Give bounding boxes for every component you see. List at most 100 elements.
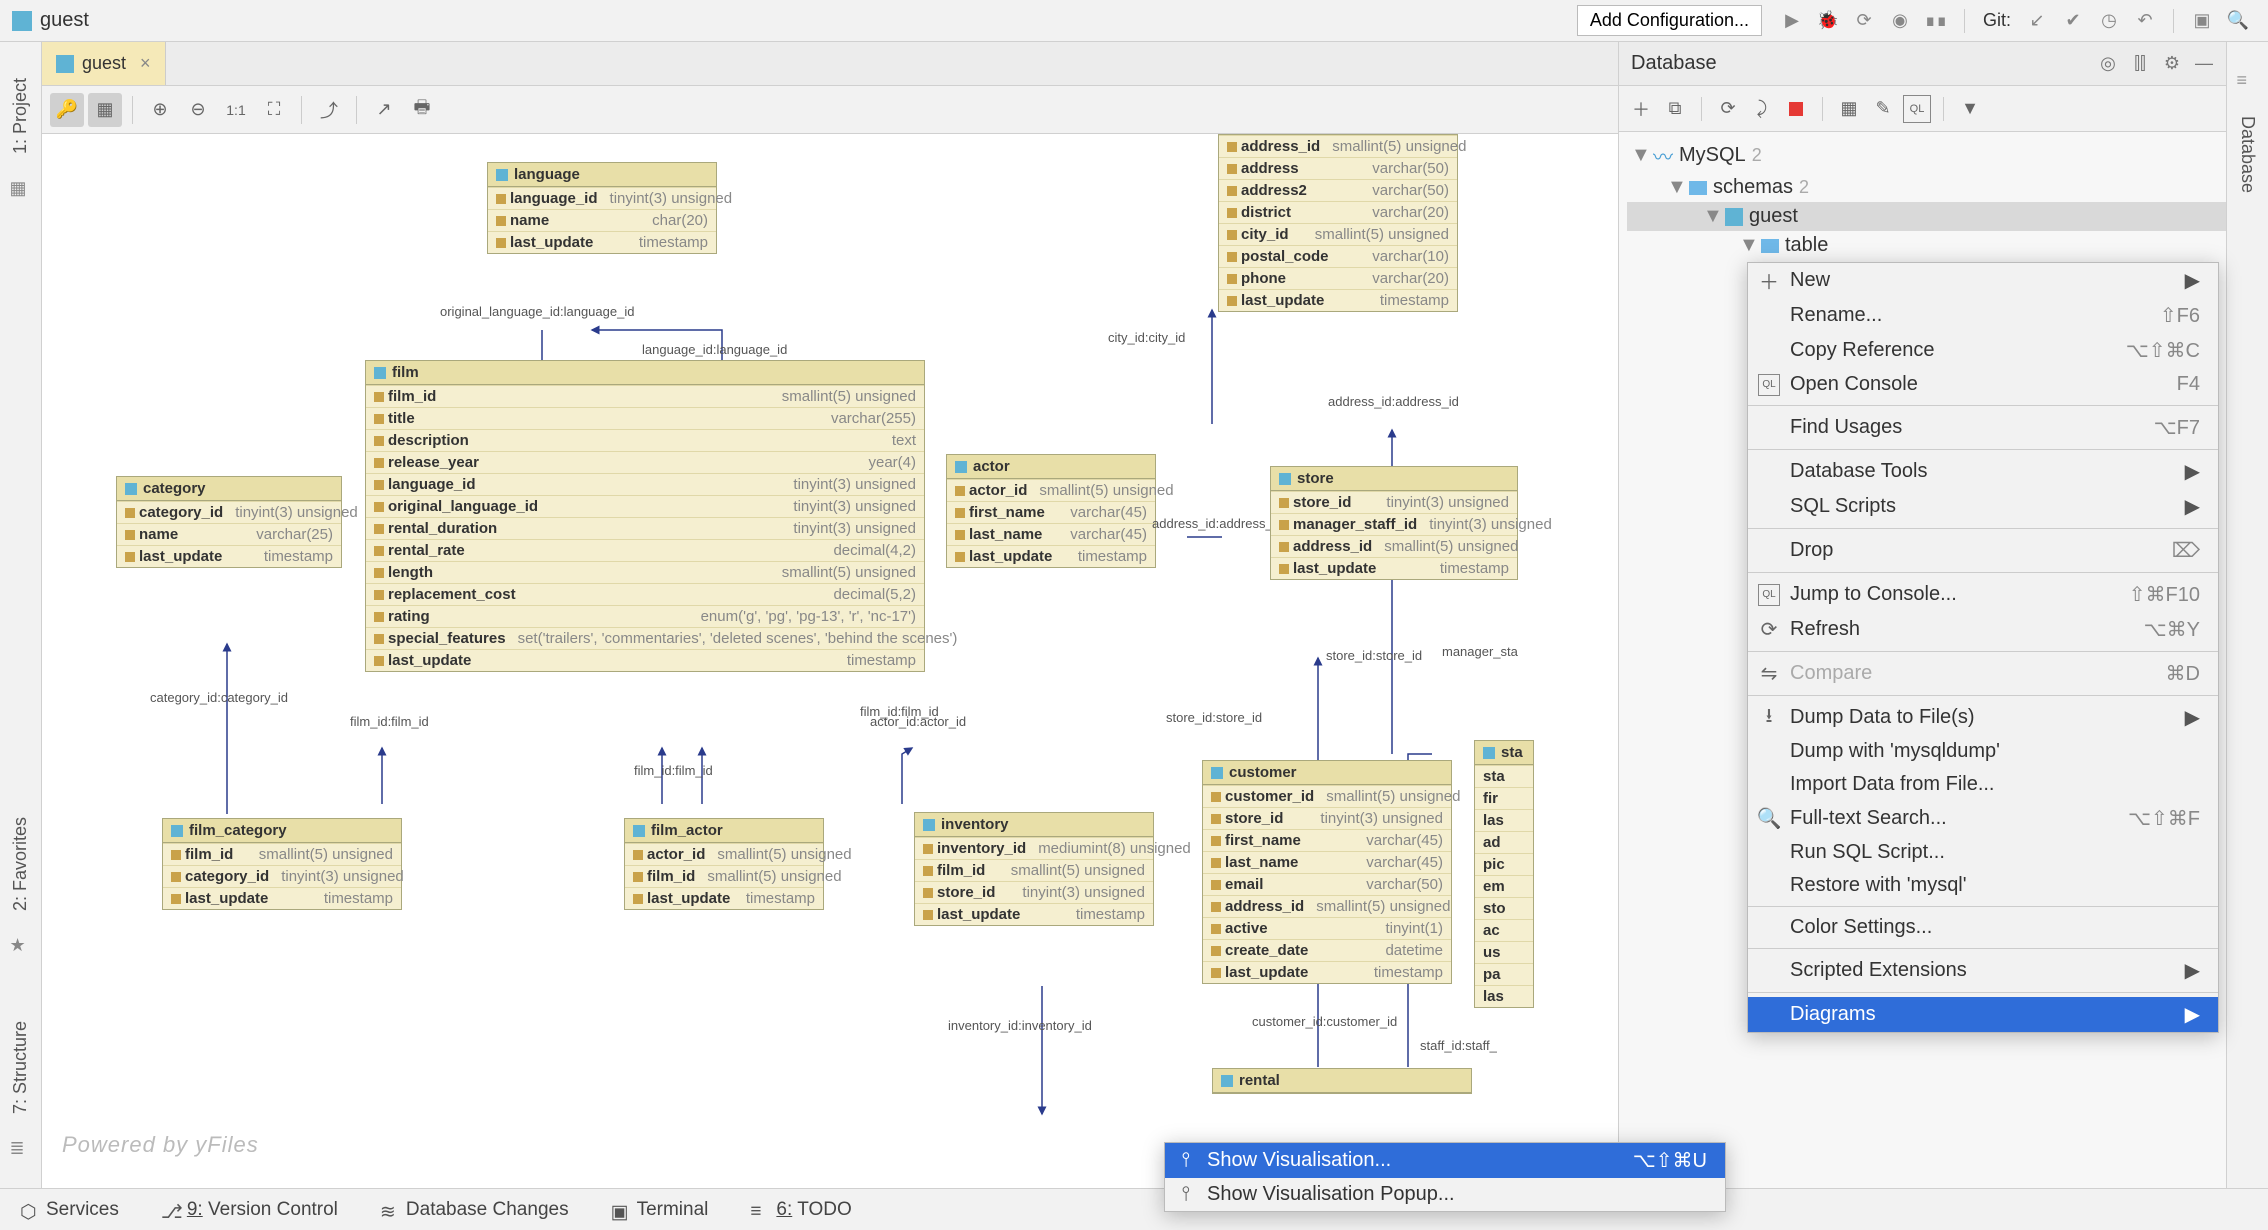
layout-icon[interactable]: ⤴ bbox=[312, 93, 346, 127]
diagram-icon bbox=[56, 55, 74, 73]
menu-diagrams[interactable]: Diagrams▶ bbox=[1748, 997, 2218, 1032]
star-icon: ★ bbox=[10, 935, 32, 957]
menu-find-usages[interactable]: Find Usages⌥F7 bbox=[1748, 410, 2218, 445]
menu-import-data[interactable]: Import Data from File... bbox=[1748, 768, 2218, 801]
menu-scripted-extensions[interactable]: Scripted Extensions▶ bbox=[1748, 953, 2218, 988]
run-icon[interactable]: ▶ bbox=[1777, 6, 1807, 36]
title-bar: guest Add Configuration... ▶ 🐞 ⟳ ◉ ∎∎ Gi… bbox=[0, 0, 2268, 42]
tab-guest[interactable]: guest × bbox=[42, 42, 166, 85]
sync-icon[interactable]: ⤸ bbox=[1748, 95, 1776, 123]
table-address[interactable]: address_idsmallint(5) unsigned addressva… bbox=[1218, 134, 1458, 312]
favorites-tool-button[interactable]: 2: Favorites bbox=[10, 817, 31, 911]
menu-fulltext-search[interactable]: 🔍Full-text Search...⌥⇧⌘F bbox=[1748, 801, 2218, 836]
print-icon[interactable]: 🖶 bbox=[405, 93, 439, 127]
git-commit-icon[interactable]: ✔ bbox=[2058, 6, 2088, 36]
menu-open-console[interactable]: QLOpen ConsoleF4 bbox=[1748, 368, 2218, 401]
console-icon: QL bbox=[1758, 584, 1780, 606]
table-language[interactable]: language language_idtinyint(3) unsigned … bbox=[487, 162, 717, 254]
git-update-icon[interactable]: ↙ bbox=[2022, 6, 2052, 36]
menu-refresh[interactable]: ⟳Refresh⌥⌘Y bbox=[1748, 612, 2218, 647]
status-bar: ⬡Services ⎇9: Version Control ≋Database … bbox=[0, 1188, 2268, 1230]
profile-icon[interactable]: ◉ bbox=[1885, 6, 1915, 36]
fit-content-icon[interactable]: ⛶ bbox=[257, 93, 291, 127]
menu-show-visualisation-popup[interactable]: ⫯ Show Visualisation Popup... bbox=[1165, 1178, 1725, 1211]
diagram-canvas[interactable]: language language_idtinyint(3) unsigned … bbox=[42, 134, 1618, 1188]
minimize-icon[interactable]: — bbox=[2194, 53, 2214, 74]
menu-jump-console[interactable]: QLJump to Console...⇧⌘F10 bbox=[1748, 577, 2218, 612]
table-customer[interactable]: customer customer_idsmallint(5) unsigned… bbox=[1202, 760, 1452, 984]
menu-new[interactable]: ＋New▶ bbox=[1748, 263, 2218, 298]
schemas-node[interactable]: ▼schemas2 bbox=[1627, 173, 2226, 202]
menu-drop[interactable]: Drop⌦ bbox=[1748, 533, 2218, 568]
table-rental[interactable]: rental bbox=[1212, 1068, 1472, 1094]
table-actor[interactable]: actor actor_idsmallint(5) unsigned first… bbox=[946, 454, 1156, 568]
zoom-reset-icon[interactable]: 1:1 bbox=[219, 93, 253, 127]
services-button[interactable]: ⬡Services bbox=[20, 1199, 119, 1221]
export-icon[interactable]: ↗ bbox=[367, 93, 401, 127]
table-store[interactable]: store store_idtinyint(3) unsigned manage… bbox=[1270, 466, 1518, 580]
diagram-icon bbox=[12, 11, 32, 31]
edit-icon[interactable]: ✎ bbox=[1869, 95, 1897, 123]
git-revert-icon[interactable]: ↶ bbox=[2130, 6, 2160, 36]
stop-icon[interactable]: ∎∎ bbox=[1921, 6, 1951, 36]
menu-sql-scripts[interactable]: SQL Scripts▶ bbox=[1748, 489, 2218, 524]
terminal-button[interactable]: ▣Terminal bbox=[611, 1199, 709, 1221]
zoom-out-icon[interactable]: ⊖ bbox=[181, 93, 215, 127]
coverage-icon[interactable]: ⟳ bbox=[1849, 6, 1879, 36]
ide-settings-icon[interactable]: ▣ bbox=[2187, 6, 2217, 36]
git-history-icon[interactable]: ◷ bbox=[2094, 6, 2124, 36]
database-tool-button[interactable]: Database bbox=[2237, 116, 2258, 193]
menu-dump-data[interactable]: ⭳Dump Data to File(s)▶ bbox=[1748, 700, 2218, 735]
close-icon[interactable]: × bbox=[140, 53, 151, 74]
add-icon[interactable]: ＋ bbox=[1627, 95, 1655, 123]
menu-run-sql[interactable]: Run SQL Script... bbox=[1748, 836, 2218, 869]
datasource-node[interactable]: ▼〰MySQL2 bbox=[1627, 138, 2226, 173]
schema-context-menu: ＋New▶ Rename...⇧F6 Copy Reference⌥⇧⌘C QL… bbox=[1747, 262, 2219, 1033]
database-changes-button[interactable]: ≋Database Changes bbox=[380, 1199, 569, 1221]
menu-database-tools[interactable]: Database Tools▶ bbox=[1748, 454, 2218, 489]
search-everywhere-icon[interactable]: 🔍 bbox=[2223, 6, 2253, 36]
table-icon[interactable]: ▦ bbox=[1835, 95, 1863, 123]
tables-node[interactable]: ▼table bbox=[1627, 231, 2226, 260]
project-title: guest bbox=[40, 9, 89, 32]
menu-rename[interactable]: Rename...⇧F6 bbox=[1748, 298, 2218, 333]
debug-icon[interactable]: 🐞 bbox=[1813, 6, 1843, 36]
target-icon[interactable]: ◎ bbox=[2098, 53, 2118, 74]
version-control-button[interactable]: ⎇9: Version Control bbox=[161, 1199, 338, 1221]
split-icon[interactable]: ⫿⫿ bbox=[2130, 53, 2150, 74]
structure-tool-button[interactable]: 7: Structure bbox=[10, 1021, 31, 1114]
table-inventory[interactable]: inventory inventory_idmediumint(8) unsig… bbox=[914, 812, 1154, 926]
menu-dump-mysqldump[interactable]: Dump with 'mysqldump' bbox=[1748, 735, 2218, 768]
zoom-in-icon[interactable]: ⊕ bbox=[143, 93, 177, 127]
table-film-actor[interactable]: film_actor actor_idsmallint(5) unsigned … bbox=[624, 818, 824, 910]
console-icon[interactable]: QL bbox=[1903, 95, 1931, 123]
folder-icon: ▦ bbox=[10, 178, 32, 200]
watermark: Powered by yFiles bbox=[62, 1132, 259, 1158]
menu-copy-reference[interactable]: Copy Reference⌥⇧⌘C bbox=[1748, 333, 2218, 368]
project-tool-button[interactable]: 1: Project bbox=[10, 78, 31, 154]
table-view-icon[interactable]: ▦ bbox=[88, 93, 122, 127]
refresh-icon[interactable]: ⟳ bbox=[1714, 95, 1742, 123]
menu-restore[interactable]: Restore with 'mysql' bbox=[1748, 869, 2218, 902]
right-tool-strip: ≡ Database bbox=[2226, 42, 2268, 1188]
search-icon: 🔍 bbox=[1758, 808, 1780, 830]
stop-icon[interactable] bbox=[1782, 95, 1810, 123]
diagram-icon: ⫯ bbox=[1175, 1150, 1197, 1172]
key-toggle-icon[interactable]: 🔑 bbox=[50, 93, 84, 127]
add-configuration-button[interactable]: Add Configuration... bbox=[1577, 5, 1762, 36]
menu-compare[interactable]: ⇋Compare⌘D bbox=[1748, 656, 2218, 691]
menu-color-settings[interactable]: Color Settings... bbox=[1748, 911, 2218, 944]
table-film[interactable]: film film_idsmallint(5) unsigned titleva… bbox=[365, 360, 925, 672]
console-icon: QL bbox=[1758, 374, 1780, 396]
filter-icon[interactable]: ▼ bbox=[1956, 95, 1984, 123]
table-partial-sta[interactable]: sta sta fir las ad pic em sto ac us pa l… bbox=[1474, 740, 1534, 1008]
table-category[interactable]: category category_idtinyint(3) unsigned … bbox=[116, 476, 342, 568]
editor-tabs: guest × bbox=[42, 42, 1618, 86]
gear-icon[interactable]: ⚙ bbox=[2162, 53, 2182, 74]
menu-show-visualisation[interactable]: ⫯ Show Visualisation... ⌥⇧⌘U bbox=[1165, 1143, 1725, 1178]
table-film-category[interactable]: film_category film_idsmallint(5) unsigne… bbox=[162, 818, 402, 910]
duplicate-icon[interactable]: ⧉ bbox=[1661, 95, 1689, 123]
download-icon: ⭳ bbox=[1758, 707, 1780, 729]
schema-guest-node[interactable]: ▼guest bbox=[1627, 202, 2226, 231]
todo-button[interactable]: ≡6: TODO bbox=[750, 1199, 851, 1221]
